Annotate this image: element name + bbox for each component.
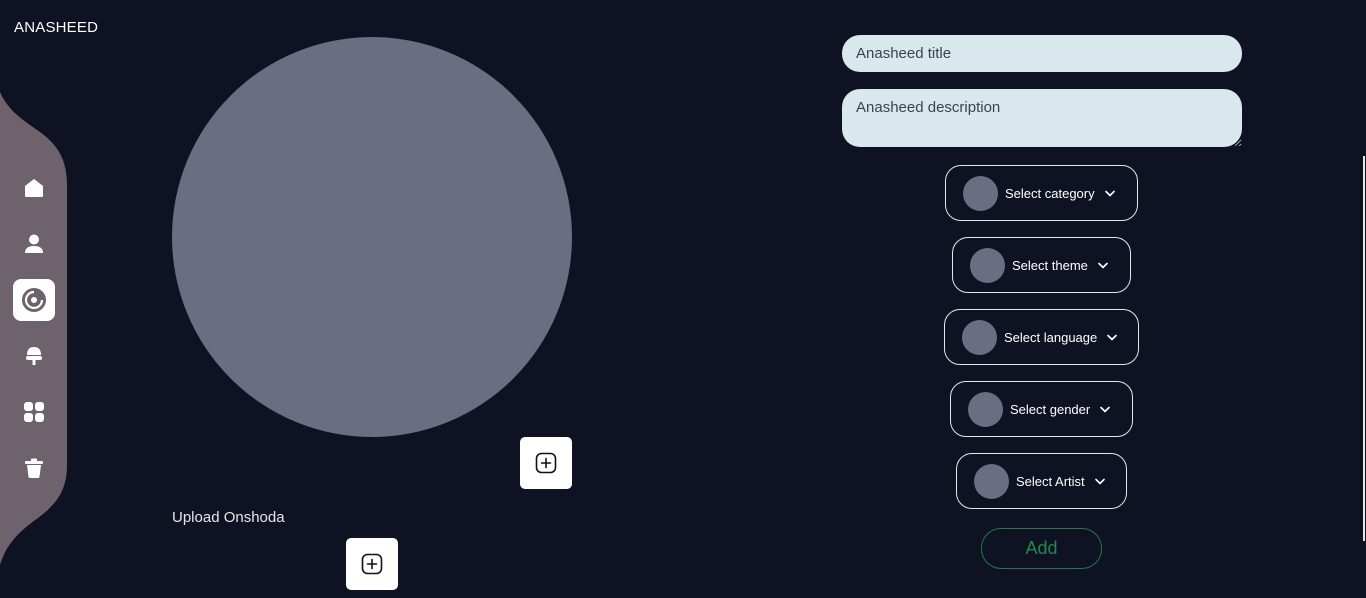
gender-avatar — [968, 391, 1003, 427]
sidebar-item-trash[interactable] — [13, 447, 55, 489]
language-avatar — [962, 319, 997, 355]
artist-select-label: Select Artist — [1016, 473, 1085, 489]
microphone-icon — [26, 347, 42, 365]
artist-avatar — [974, 463, 1009, 499]
plus-square-icon — [361, 553, 383, 575]
plus-square-icon — [535, 452, 557, 474]
upload-anasheed-page: ANASHEED Upload Onshoda Anasheed title A… — [0, 0, 1366, 598]
cover-image-placeholder — [172, 37, 572, 437]
upload-file-button[interactable] — [346, 538, 398, 590]
chevron-down-icon — [1100, 406, 1111, 413]
gender-select[interactable]: Select gender — [950, 381, 1133, 437]
sidebar-item-home[interactable] — [13, 167, 55, 209]
artist-select[interactable]: Select Artist — [956, 453, 1127, 509]
disc-icon — [22, 288, 46, 312]
user-icon — [25, 234, 43, 253]
add-cover-button[interactable] — [520, 437, 572, 489]
sidebar-item-albums[interactable] — [13, 279, 55, 321]
gender-select-label: Select gender — [1010, 401, 1091, 417]
category-select-label: Select category — [1005, 185, 1095, 201]
chevron-down-icon — [1107, 334, 1118, 341]
chevron-down-icon — [1104, 190, 1115, 197]
sidebar-item-profile[interactable] — [13, 223, 55, 265]
theme-select[interactable]: Select theme — [952, 237, 1131, 293]
chevron-down-icon — [1098, 262, 1108, 269]
description-input[interactable] — [842, 89, 1242, 147]
home-icon — [25, 179, 43, 197]
grid-icon — [24, 402, 44, 422]
trash-icon — [25, 458, 43, 478]
chevron-down-icon — [1094, 478, 1105, 485]
category-select[interactable]: Select category — [945, 165, 1138, 221]
category-avatar — [963, 175, 998, 211]
add-button[interactable]: Add — [981, 528, 1102, 569]
sidebar-item-dashboard[interactable] — [13, 391, 55, 433]
theme-avatar — [970, 247, 1005, 283]
language-select-label: Select language — [1004, 329, 1098, 345]
sidebar-item-recordings[interactable] — [13, 335, 55, 377]
title-input[interactable] — [842, 35, 1242, 72]
theme-select-label: Select theme — [1012, 257, 1088, 273]
upload-label: Upload Onshoda — [172, 509, 285, 526]
window-edge-divider — [1363, 156, 1365, 541]
language-select[interactable]: Select language — [944, 309, 1139, 365]
